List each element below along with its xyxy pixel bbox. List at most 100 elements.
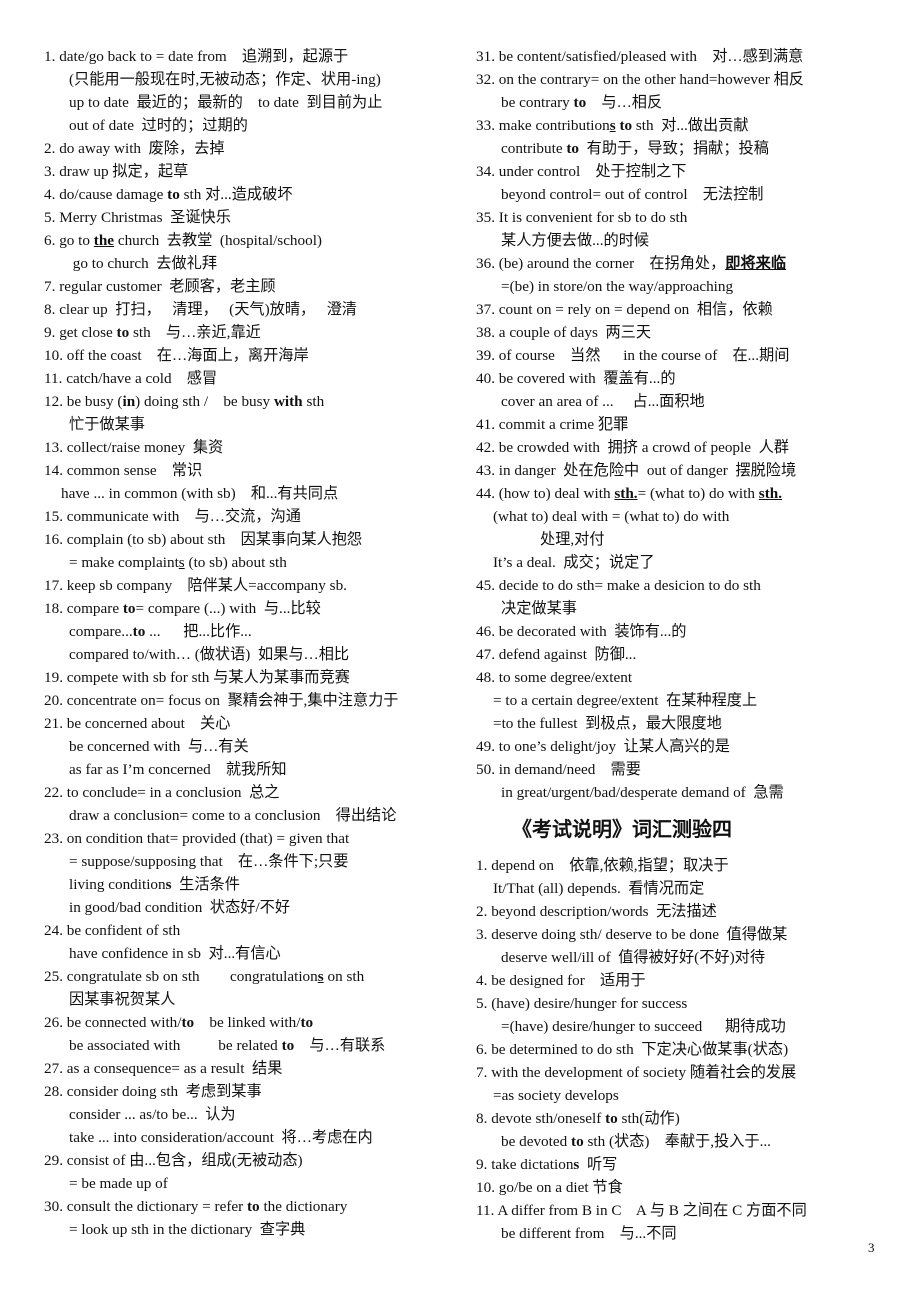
vocab-text: to xyxy=(281,1037,295,1054)
vocab-text: to xyxy=(566,140,580,157)
vocab-text: 28. consider doing sth 考虑到某事 xyxy=(44,1083,262,1100)
vocab-line: 21. be concerned about 关心 xyxy=(44,712,464,735)
vocab-text: 35. It is convenient for sb to do sth xyxy=(476,209,688,226)
vocab-line: 因某事祝贺某人 xyxy=(44,988,464,1011)
vocab-line: deserve well/ill of 值得被好好(不好)对待 xyxy=(476,946,896,969)
vocab-text: beyond control= out of control 无法控制 xyxy=(501,186,764,203)
vocab-line: 9. take dictations 听写 xyxy=(476,1153,896,1176)
vocab-text: 27. as a consequence= as a result 结果 xyxy=(44,1060,283,1077)
vocab-text: compared to/with… (做状语) 如果与…相比 xyxy=(69,646,350,663)
vocab-line: 5. Merry Christmas 圣诞快乐 xyxy=(44,206,464,229)
vocab-line: 8. clear up 打扫， 清理， (天气)放晴， 澄清 xyxy=(44,298,464,321)
vocab-text: compare... xyxy=(69,623,133,640)
vocab-line: 1. depend on 依靠,依赖,指望；取决于 xyxy=(476,854,896,877)
vocab-line: 忙于做某事 xyxy=(44,413,464,436)
vocab-text: 20. concentrate on= focus on 聚精会神于,集中注意力… xyxy=(44,692,399,709)
vocab-text: 42. be crowded with 拥挤 a crowd of people… xyxy=(476,439,789,456)
vocab-line: 处理,对付 xyxy=(476,528,896,551)
vocab-line: 1. date/go back to = date from 追溯到，起源于 xyxy=(44,45,464,68)
vocab-line: 31. be content/satisfied/pleased with 对…… xyxy=(476,45,896,68)
vocab-text: be associated with be related xyxy=(69,1037,282,1054)
vocab-text: to xyxy=(571,1133,584,1150)
vocab-text: 26. be connected with/ xyxy=(44,1014,182,1031)
vocab-text: 44. (how to) deal with xyxy=(476,485,615,502)
vocab-line: out of date 过时的；过期的 xyxy=(44,114,464,137)
vocab-text: 忙于做某事 xyxy=(69,416,145,433)
vocab-line: have ... in common (with sb) 和...有共同点 xyxy=(44,482,464,505)
vocab-text: 22. to conclude= in a conclusion 总之 xyxy=(44,784,280,801)
vocab-line: 24. be confident of sth xyxy=(44,919,464,942)
vocab-line: 42. be crowded with 拥挤 a crowd of people… xyxy=(476,436,896,459)
vocab-text: 32. on the contrary= on the other hand=h… xyxy=(476,71,804,88)
vocab-text: 因某事祝贺某人 xyxy=(69,991,176,1008)
vocab-line: 30. consult the dictionary = refer to th… xyxy=(44,1195,464,1218)
vocab-text: 13. collect/raise money 集资 xyxy=(44,439,224,456)
vocab-line: 46. be decorated with 装饰有...的 xyxy=(476,620,896,643)
vocab-text: 4. be designed for 适用于 xyxy=(476,972,646,989)
vocab-text: (to sb) about sth xyxy=(184,554,287,571)
vocab-text: =(be) in store/on the way/approaching xyxy=(501,278,734,295)
vocab-text: consider ... as/to be... 认为 xyxy=(69,1106,236,1123)
vocab-text: draw a conclusion= come to a conclusion … xyxy=(69,807,397,824)
vocab-text: 与…有联系 xyxy=(294,1037,386,1054)
vocab-text: 29. consist of 由...包含，组成(无被动态) xyxy=(44,1152,303,1169)
vocabulary-test-four-entries: 1. depend on 依靠,依赖,指望；取决于 It/That (all) d… xyxy=(476,854,896,1245)
vocab-line: 45. decide to do sth= make a desicion to… xyxy=(476,574,896,597)
vocab-line: consider ... as/to be... 认为 xyxy=(44,1103,464,1126)
vocab-line: =(have) desire/hunger to succeed 期待成功 xyxy=(476,1015,896,1038)
vocab-text: 45. decide to do sth= make a desicion to… xyxy=(476,577,761,594)
vocab-text: 5. Merry Christmas 圣诞快乐 xyxy=(44,209,231,226)
vocab-text: 即将来临 xyxy=(725,255,787,272)
vocab-line: 某人方便去做...的时候 xyxy=(476,229,896,252)
vocab-text: 11. A differ from B in C A 与 B 之间在 C 方面不… xyxy=(476,1202,807,1219)
vocab-line: 6. be determined to do sth 下定决心做某事(状态) xyxy=(476,1038,896,1061)
vocab-text: 9. take dictation xyxy=(476,1156,574,1173)
vocab-text: 11. catch/have a cold 感冒 xyxy=(44,370,218,387)
vocab-text: 生活条件 xyxy=(171,876,240,893)
vocab-line: It/That (all) depends. 看情况而定 xyxy=(476,877,896,900)
vocab-text: (what to) deal with = (what to) do with xyxy=(493,508,730,525)
vocab-line: It’s a deal. 成交；说定了 xyxy=(476,551,896,574)
vocab-line: be devoted to sth (状态) 奉献于,投入于... xyxy=(476,1130,896,1153)
vocab-line: 16. complain (to sb) about sth 因某事向某人抱怨 xyxy=(44,528,464,551)
vocab-text: sth 对...造成破坏 xyxy=(179,186,293,203)
vocab-text: 8. clear up 打扫， 清理， (天气)放晴， 澄清 xyxy=(44,301,357,318)
vocab-line: have confidence in sb 对...有信心 xyxy=(44,942,464,965)
vocab-line: 28. consider doing sth 考虑到某事 xyxy=(44,1080,464,1103)
vocab-line: be concerned with 与…有关 xyxy=(44,735,464,758)
vocab-text: =to the fullest 到极点，最大限度地 xyxy=(493,715,722,732)
vocab-text: 31. be content/satisfied/pleased with 对…… xyxy=(476,48,804,65)
vocab-text: the xyxy=(93,232,115,249)
vocab-text: It’s a deal. 成交；说定了 xyxy=(493,554,655,571)
vocab-text: 21. be concerned about 关心 xyxy=(44,715,231,732)
vocab-line: 47. defend against 防御... xyxy=(476,643,896,666)
vocab-line: 4. be designed for 适用于 xyxy=(476,969,896,992)
vocab-text: = suppose/supposing that 在…条件下;只要 xyxy=(69,853,349,870)
vocab-text: = be made up of xyxy=(69,1175,168,1192)
vocab-text: 4. do/cause damage xyxy=(44,186,168,203)
vocab-line: compare...to ... 把...比作... xyxy=(44,620,464,643)
vocab-text: go to church 去做礼拜 xyxy=(69,255,218,272)
vocab-text: have confidence in sb 对...有信心 xyxy=(69,945,281,962)
vocab-text: living condition xyxy=(69,876,166,893)
vocab-line: 19. compete with sb for sth 与某人为某事而竞赛 xyxy=(44,666,464,689)
vocab-text: to xyxy=(247,1198,260,1215)
vocab-text: 6. go to xyxy=(44,232,94,249)
vocab-line: in great/urgent/bad/desperate demand of … xyxy=(476,781,896,804)
vocab-line: contribute to 有助于，导致；捐献；投稿 xyxy=(476,137,896,160)
vocab-text: 39. of course 当然 in the course of 在...期间 xyxy=(476,347,790,364)
vocab-line: 13. collect/raise money 集资 xyxy=(44,436,464,459)
page-number: 3 xyxy=(868,1240,875,1255)
vocab-text: to xyxy=(167,186,180,203)
vocab-line: = be made up of xyxy=(44,1172,464,1195)
vocab-text: 36. (be) around the corner 在拐角处， xyxy=(476,255,726,272)
vocab-line: = look up sth in the dictionary 查字典 xyxy=(44,1218,464,1241)
vocab-text: 46. be decorated with 装饰有...的 xyxy=(476,623,687,640)
vocab-line: be associated with be related to 与…有联系 xyxy=(44,1034,464,1057)
vocab-line: draw a conclusion= come to a conclusion … xyxy=(44,804,464,827)
vocab-text: sth(动作) xyxy=(617,1110,680,1127)
vocab-line: 37. count on = rely on = depend on 相信，依赖 xyxy=(476,298,896,321)
vocab-text: It/That (all) depends. 看情况而定 xyxy=(493,880,705,897)
vocab-line: take ... into consideration/account 将…考虑… xyxy=(44,1126,464,1149)
vocab-text: to xyxy=(122,600,136,617)
